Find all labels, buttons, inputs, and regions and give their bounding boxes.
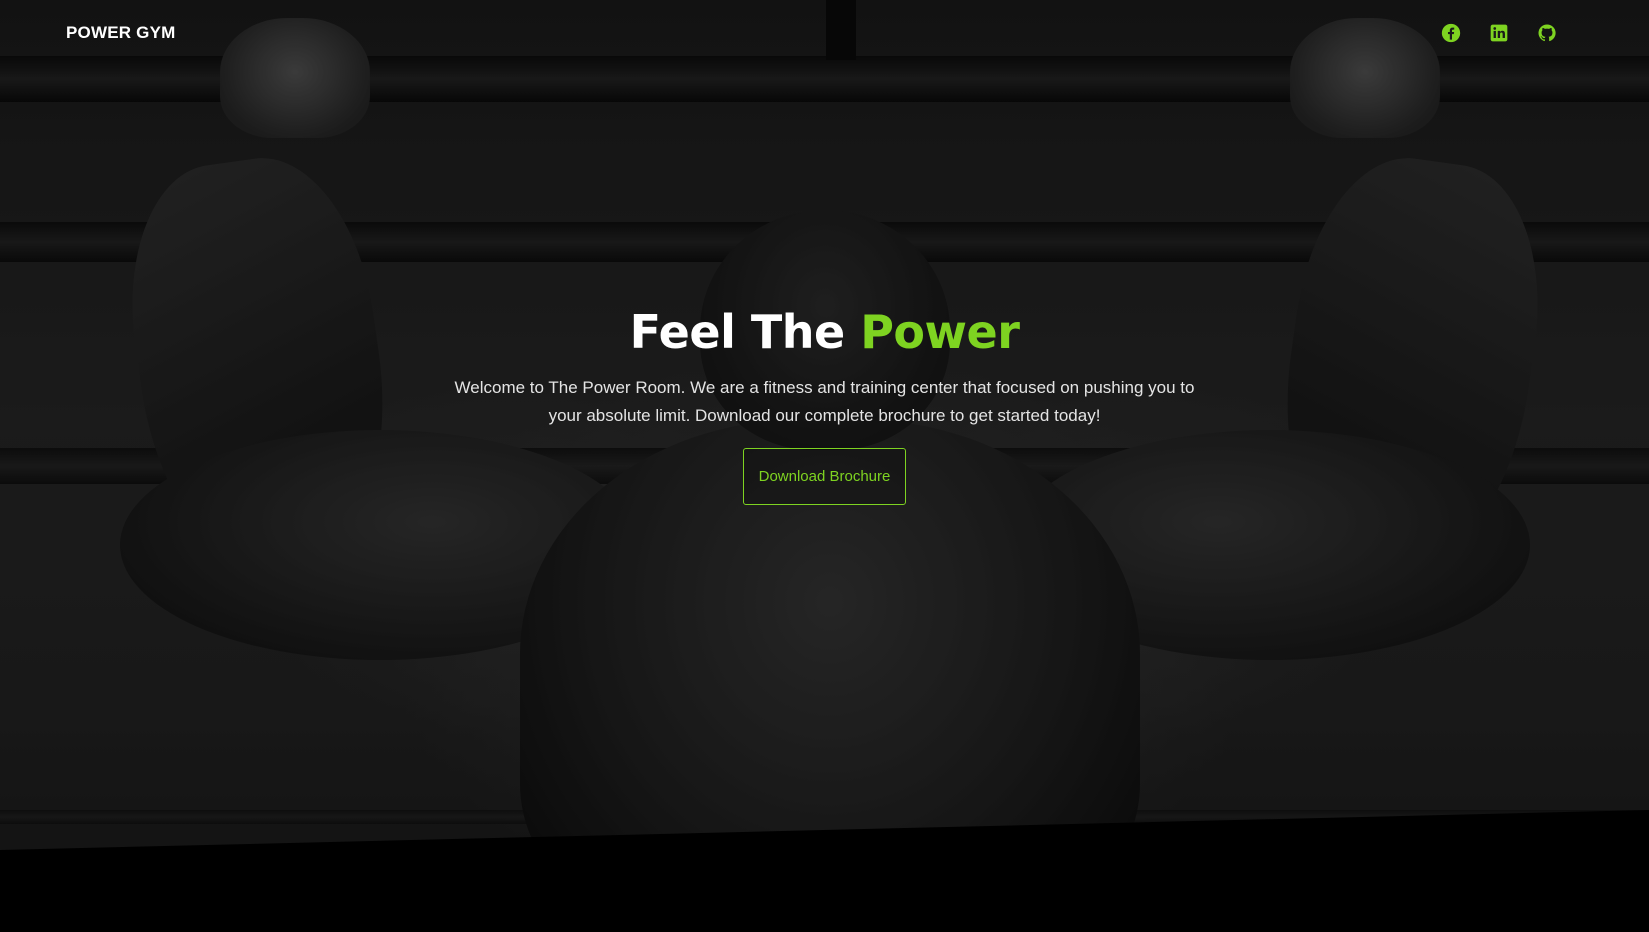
linkedin-icon[interactable] bbox=[1489, 23, 1509, 43]
hero-content: Feel The Power Welcome to The Power Room… bbox=[0, 305, 1649, 506]
brand-logo[interactable]: POWER GYM bbox=[66, 23, 175, 43]
download-brochure-button[interactable]: Download Brochure bbox=[742, 448, 907, 506]
github-icon[interactable] bbox=[1537, 23, 1557, 43]
hero-title-accent: Power bbox=[860, 305, 1020, 359]
hero-description: Welcome to The Power Room. We are a fitn… bbox=[454, 378, 1195, 426]
facebook-icon[interactable] bbox=[1441, 23, 1461, 43]
hero-title-prefix: Feel The bbox=[629, 305, 861, 359]
social-links bbox=[1441, 23, 1557, 43]
navbar: POWER GYM bbox=[0, 0, 1649, 66]
hero-title: Feel The Power bbox=[0, 305, 1649, 360]
